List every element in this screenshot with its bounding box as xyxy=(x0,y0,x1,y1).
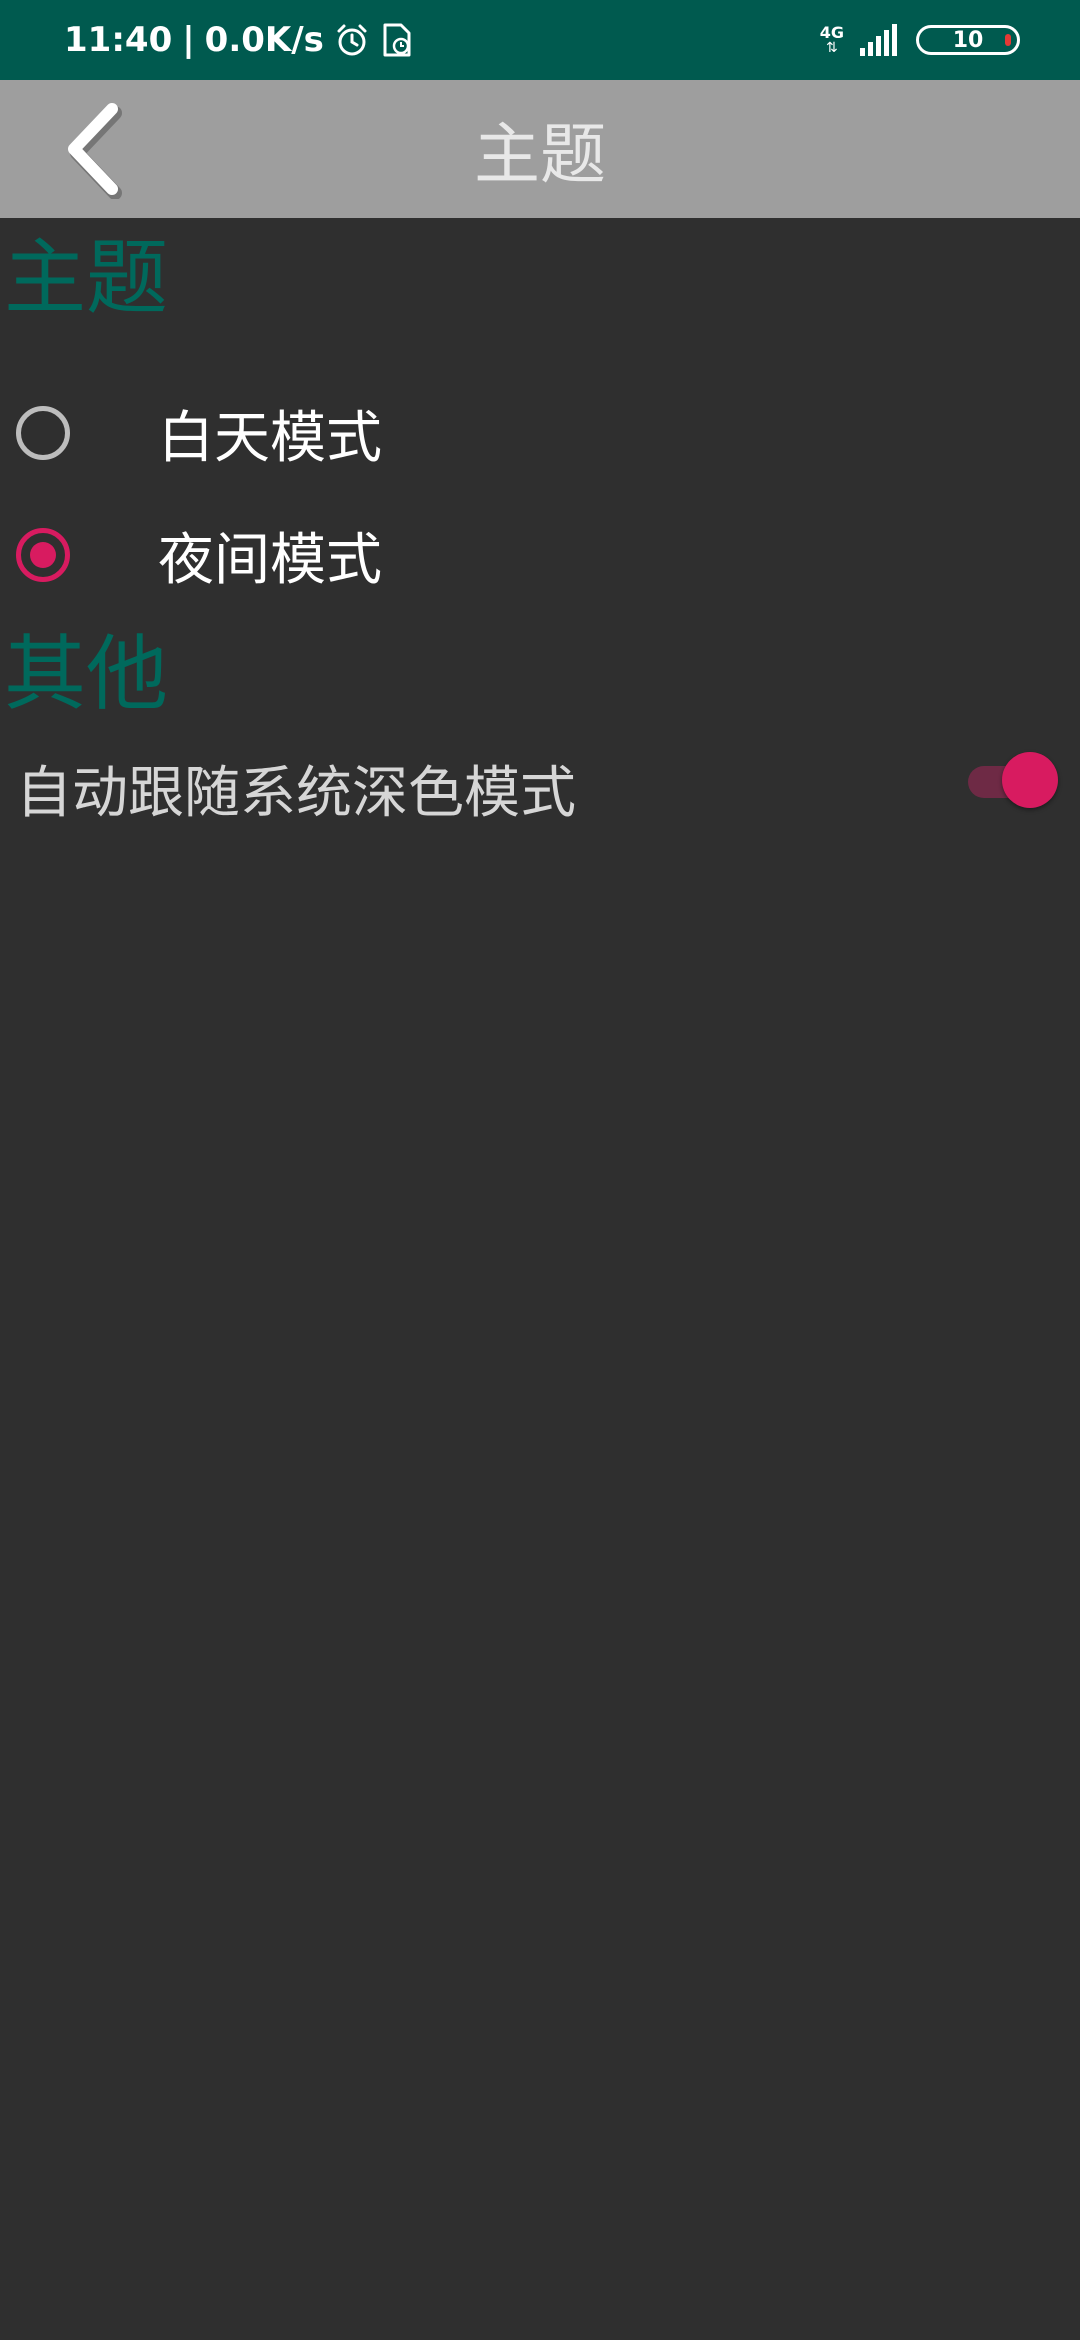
chevron-left-icon xyxy=(68,103,122,199)
data-arrows-icon: ⇅ xyxy=(826,40,838,56)
back-button[interactable] xyxy=(40,94,150,204)
status-time: 11:40 xyxy=(64,20,173,60)
signal-icon xyxy=(860,24,900,56)
battery-low-indicator xyxy=(1005,34,1011,46)
status-left: 11:40 | 0.0K/s xyxy=(64,0,414,80)
status-separator: | xyxy=(182,20,195,60)
section-header-other: 其他 xyxy=(4,627,169,722)
night-mode-label: 夜间模式 xyxy=(158,527,382,593)
app-bar: 主题 xyxy=(0,80,1080,218)
battery-icon: 10 xyxy=(916,25,1020,55)
battery-level-text: 10 xyxy=(952,27,984,53)
alarm-icon xyxy=(334,22,370,58)
toggle-thumb xyxy=(1002,752,1058,808)
sim-timer-icon xyxy=(380,22,414,58)
status-right: 4G ⇅ 10 xyxy=(820,0,1020,80)
radio-selected-dot xyxy=(30,542,56,568)
section-header-theme: 主题 xyxy=(4,231,169,326)
radio-button-day-mode[interactable] xyxy=(16,406,70,460)
network-indicator: 4G ⇅ xyxy=(819,23,844,56)
day-mode-label: 白天模式 xyxy=(158,405,382,471)
radio-button-night-mode[interactable] xyxy=(16,528,70,582)
follow-system-dark-mode-label: 自动跟随系统深色模式 xyxy=(16,761,576,826)
status-bar: 11:40 | 0.0K/s 4G ⇅ 10 xyxy=(0,0,1080,80)
follow-system-dark-mode-toggle[interactable] xyxy=(968,752,1058,808)
radio-option-day-mode[interactable]: 白天模式 xyxy=(0,378,1080,488)
network-type: 4G xyxy=(819,23,844,42)
radio-option-night-mode[interactable]: 夜间模式 xyxy=(0,500,1080,610)
network-speed: 0.0K/s xyxy=(204,20,324,60)
setting-follow-system-dark-mode[interactable]: 自动跟随系统深色模式 xyxy=(0,730,1080,834)
page-title: 主题 xyxy=(474,116,606,193)
